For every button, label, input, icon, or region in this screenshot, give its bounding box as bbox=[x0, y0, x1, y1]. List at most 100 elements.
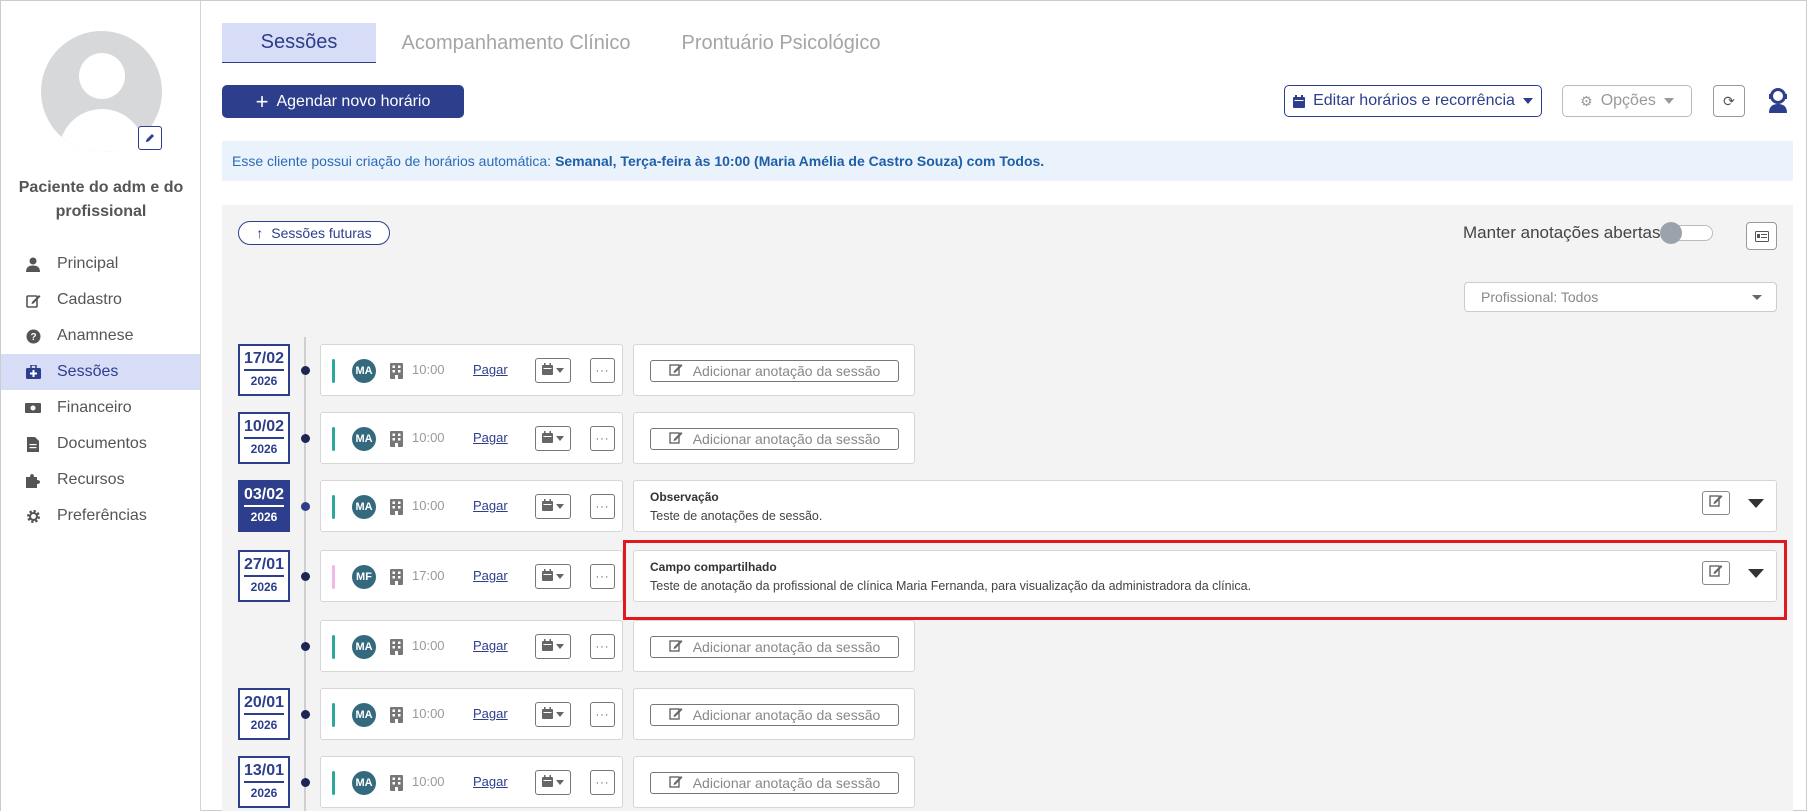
calendar-dropdown-button[interactable] bbox=[535, 358, 571, 383]
adicionar-anotacao-button[interactable]: Adicionar anotação da sessão bbox=[650, 772, 899, 794]
tab-prontuario-psicologico[interactable]: Prontuário Psicológico bbox=[661, 23, 901, 63]
session-note-card: Adicionar anotação da sessão bbox=[633, 756, 915, 808]
file-icon bbox=[25, 436, 41, 452]
sidebar-item-principal[interactable]: Principal bbox=[1, 246, 200, 282]
edit-avatar-button[interactable] bbox=[138, 126, 162, 150]
adicionar-anotacao-button[interactable]: Adicionar anotação da sessão bbox=[650, 636, 899, 658]
professional-avatar: MF bbox=[352, 565, 376, 589]
calendar-dropdown-button[interactable] bbox=[535, 564, 571, 589]
info-prefix: Esse cliente possui criação de horários … bbox=[232, 153, 552, 169]
refresh-button[interactable]: ⟳ bbox=[1713, 85, 1745, 117]
pagar-link[interactable]: Pagar bbox=[473, 498, 508, 513]
tab-acompanhamento-clinico[interactable]: Acompanhamento Clínico bbox=[391, 23, 641, 63]
ellipsis-icon: ··· bbox=[595, 500, 610, 513]
ellipsis-icon: ··· bbox=[595, 364, 610, 377]
note-edit-icon bbox=[669, 363, 693, 379]
ellipsis-icon: ··· bbox=[595, 570, 610, 583]
edit-note-button[interactable] bbox=[1702, 491, 1730, 515]
more-options-button[interactable]: ··· bbox=[590, 634, 615, 659]
building-icon bbox=[390, 707, 404, 723]
session-date-badge: 03/02 2026 bbox=[238, 480, 290, 532]
adicionar-anotacao-label: Adicionar anotação da sessão bbox=[692, 363, 881, 379]
pagar-link[interactable]: Pagar bbox=[473, 638, 508, 653]
session-time: 10:00 bbox=[412, 430, 445, 445]
sidebar-item-label: Financeiro bbox=[57, 399, 132, 416]
session-card[interactable]: MA 10:00 Pagar ··· bbox=[320, 480, 623, 532]
professional-avatar: MA bbox=[352, 771, 376, 795]
caret-down-icon bbox=[1752, 295, 1762, 300]
caret-down-icon bbox=[556, 436, 564, 441]
calendar-dropdown-button[interactable] bbox=[535, 634, 571, 659]
session-year: 2026 bbox=[250, 718, 278, 732]
editar-horarios-button[interactable]: Editar horários e recorrência bbox=[1284, 85, 1542, 117]
more-options-button[interactable]: ··· bbox=[590, 770, 615, 795]
sidebar-item-documentos[interactable]: Documentos bbox=[1, 426, 200, 462]
sidebar-item-financeiro[interactable]: Financeiro bbox=[1, 390, 200, 426]
highlight-box bbox=[623, 540, 1787, 620]
sidebar-item-preferencias[interactable]: Preferências bbox=[1, 498, 200, 534]
calendar-dropdown-button[interactable] bbox=[535, 426, 571, 451]
session-card[interactable]: MA 10:00 Pagar ··· bbox=[320, 620, 623, 672]
user-menu-button[interactable] bbox=[1763, 85, 1793, 117]
more-options-button[interactable]: ··· bbox=[590, 426, 615, 451]
manter-anotacoes-label: Manter anotações abertas bbox=[1463, 223, 1661, 242]
session-card[interactable]: MF 17:00 Pagar ··· bbox=[320, 550, 623, 602]
caret-down-icon bbox=[556, 780, 564, 785]
timeline-dot bbox=[301, 710, 310, 719]
session-card[interactable]: MA 10:00 Pagar ··· bbox=[320, 412, 623, 464]
session-year: 2026 bbox=[250, 786, 278, 800]
more-options-button[interactable]: ··· bbox=[590, 494, 615, 519]
more-options-button[interactable]: ··· bbox=[590, 564, 615, 589]
session-card[interactable]: MA 10:00 Pagar ··· bbox=[320, 688, 623, 740]
pagar-link[interactable]: Pagar bbox=[473, 706, 508, 721]
session-year: 2026 bbox=[250, 580, 278, 594]
tab-sessoes[interactable]: Sessões bbox=[222, 23, 376, 63]
more-options-button[interactable]: ··· bbox=[590, 358, 615, 383]
calendar-dropdown-button[interactable] bbox=[535, 770, 571, 795]
timeline-dot bbox=[301, 434, 310, 443]
note-edit-icon bbox=[669, 775, 693, 791]
user-circle-icon bbox=[1769, 88, 1787, 113]
calendar-dropdown-button[interactable] bbox=[535, 702, 571, 727]
status-bar bbox=[332, 771, 335, 795]
sidebar-item-anamnese[interactable]: ? Anamnese bbox=[1, 318, 200, 354]
calendar-dropdown-button[interactable] bbox=[535, 494, 571, 519]
briefcase-medical-icon bbox=[25, 364, 41, 380]
note-edit-icon bbox=[669, 639, 693, 655]
adicionar-anotacao-label: Adicionar anotação da sessão bbox=[692, 707, 881, 723]
session-date-badge: 13/01 2026 bbox=[238, 756, 290, 808]
calendar-icon bbox=[542, 430, 553, 448]
adicionar-anotacao-button[interactable]: Adicionar anotação da sessão bbox=[650, 704, 899, 726]
ellipsis-icon: ··· bbox=[595, 776, 610, 789]
profissional-select-value: Profissional: Todos bbox=[1481, 289, 1599, 305]
profissional-select[interactable]: Profissional: Todos bbox=[1464, 282, 1777, 312]
professional-avatar: MA bbox=[352, 495, 376, 519]
session-year: 2026 bbox=[250, 510, 278, 524]
more-options-button[interactable]: ··· bbox=[590, 702, 615, 727]
opcoes-button[interactable]: ⚙ Opções bbox=[1562, 85, 1692, 117]
id-card-button[interactable] bbox=[1746, 222, 1777, 250]
sidebar-item-recursos[interactable]: Recursos bbox=[1, 462, 200, 498]
expand-note-icon[interactable] bbox=[1748, 499, 1764, 508]
session-card[interactable]: MA 10:00 Pagar ··· bbox=[320, 344, 623, 396]
sidebar-item-sessoes[interactable]: Sessões bbox=[1, 354, 200, 390]
app-window: Paciente do adm e do profissional Princi… bbox=[0, 0, 1807, 811]
pagar-link[interactable]: Pagar bbox=[473, 430, 508, 445]
sidebar-item-cadastro[interactable]: Cadastro bbox=[1, 282, 200, 318]
adicionar-anotacao-label: Adicionar anotação da sessão bbox=[692, 775, 881, 791]
adicionar-anotacao-button[interactable]: Adicionar anotação da sessão bbox=[650, 360, 899, 382]
agendar-novo-horario-button[interactable]: + Agendar novo horário bbox=[222, 85, 464, 118]
session-note-card: Adicionar anotação da sessão bbox=[633, 412, 915, 464]
calendar-icon bbox=[542, 706, 553, 724]
session-card[interactable]: MA 10:00 Pagar ··· bbox=[320, 756, 623, 808]
adicionar-anotacao-button[interactable]: Adicionar anotação da sessão bbox=[650, 428, 899, 450]
building-icon bbox=[390, 639, 404, 655]
sessoes-futuras-button[interactable]: ↑ Sessões futuras bbox=[238, 221, 390, 245]
pagar-link[interactable]: Pagar bbox=[473, 568, 508, 583]
manter-anotacoes-toggle[interactable] bbox=[1660, 222, 1713, 244]
pagar-link[interactable]: Pagar bbox=[473, 774, 508, 789]
professional-avatar: MA bbox=[352, 703, 376, 727]
arrow-up-icon: ↑ bbox=[256, 225, 264, 241]
status-bar bbox=[332, 427, 335, 451]
pagar-link[interactable]: Pagar bbox=[473, 362, 508, 377]
